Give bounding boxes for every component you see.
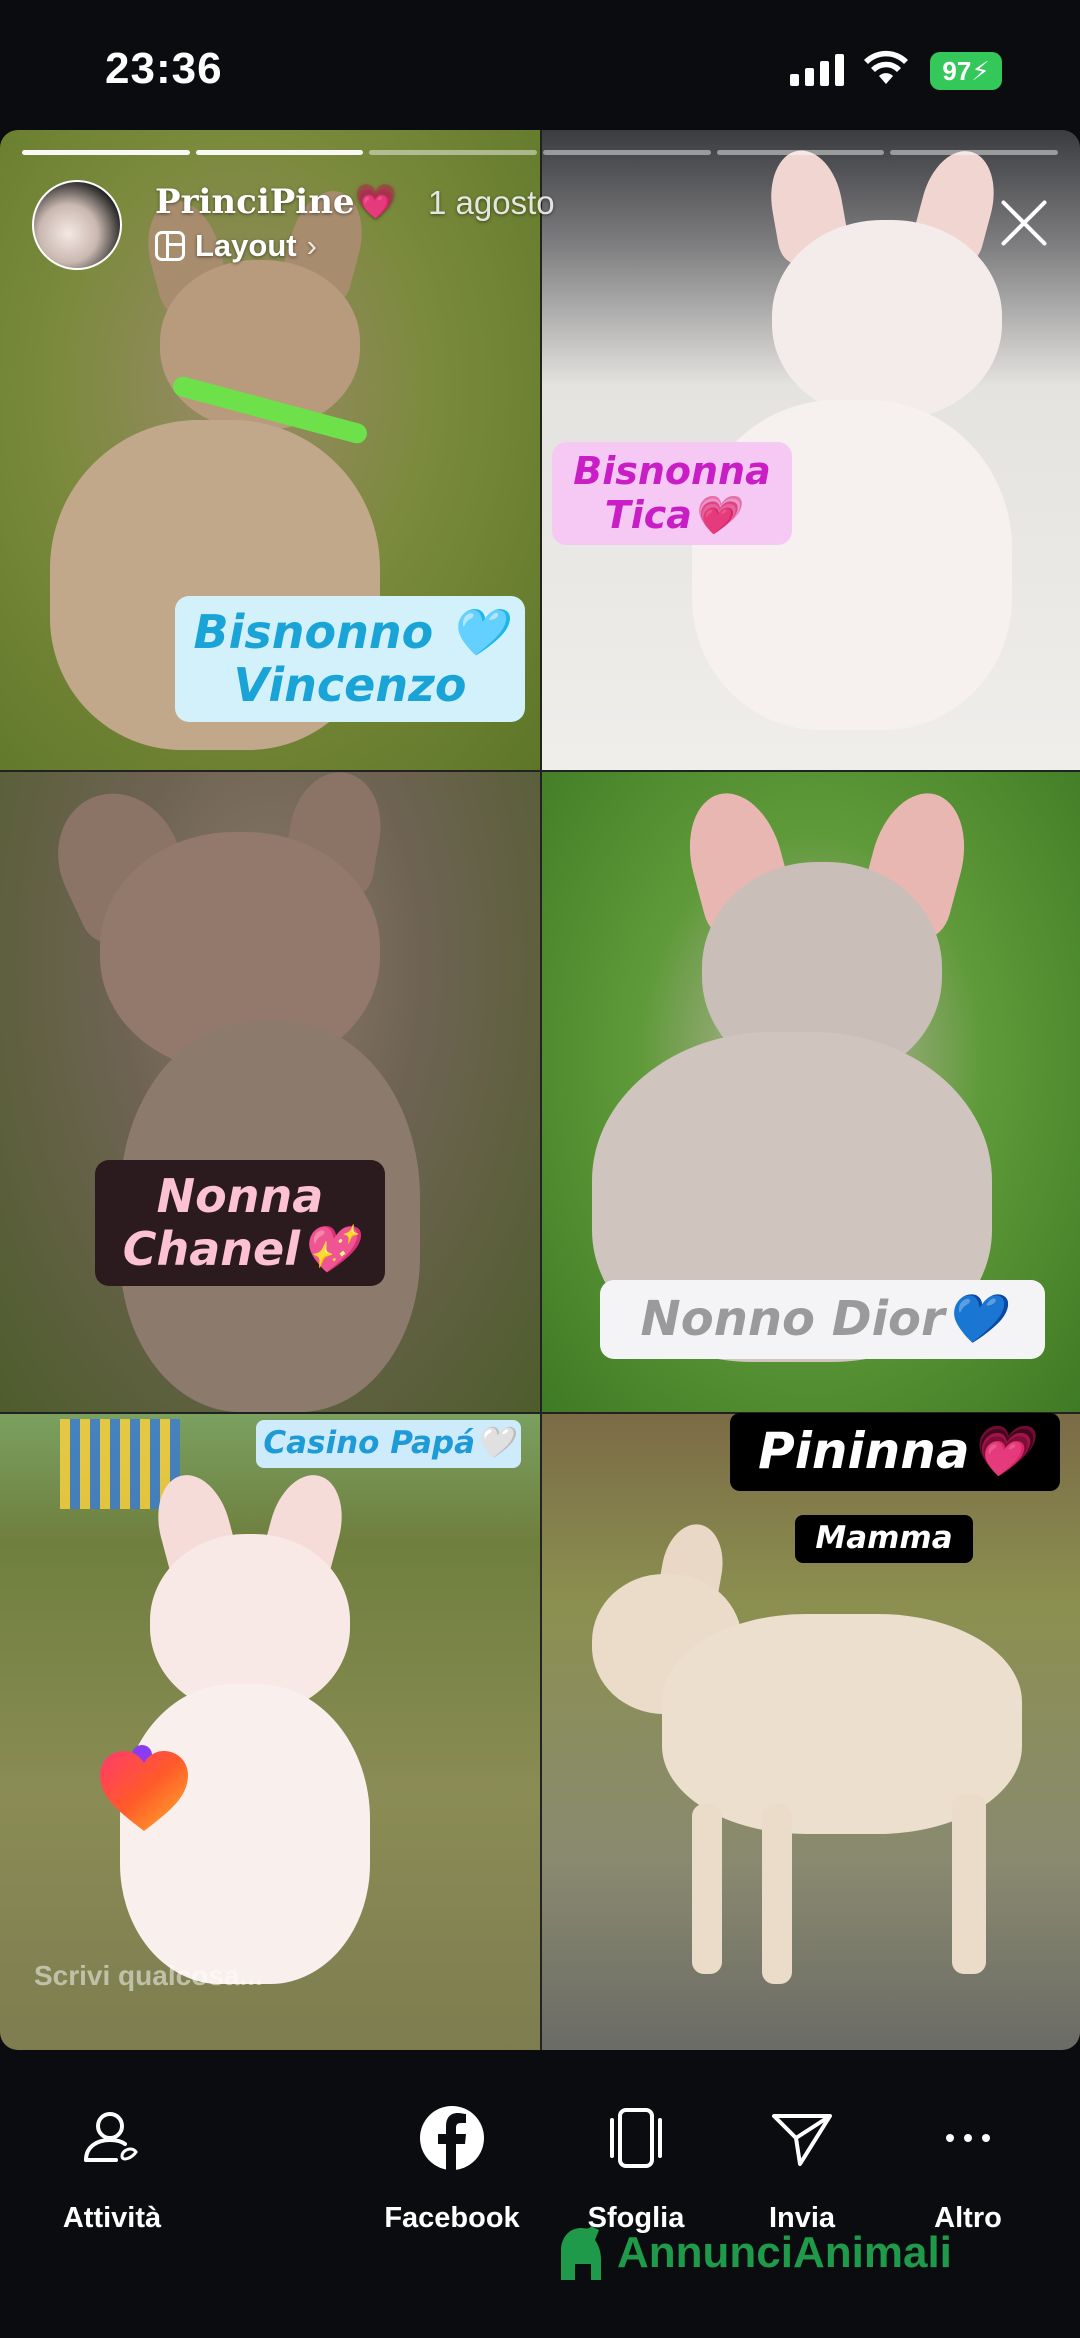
more-button[interactable]: Altro [908,2102,1028,2235]
story-progress [22,150,1059,155]
facebook-button[interactable]: Facebook [372,2102,532,2235]
browse-icon [610,2108,662,2168]
facebook-icon [420,2106,484,2170]
reply-input[interactable]: Scrivi qualcosa... [34,1960,263,1992]
activity-label: Attività [62,2202,162,2234]
send-button[interactable]: Invia [742,2102,862,2235]
status-time: 23:36 [105,44,223,93]
sticker-nonna-chanel: Nonna Chanel💖 [95,1160,385,1286]
photo-nonna-chanel [0,772,540,1412]
battery-indicator: 97 ⚡ [930,52,1002,90]
watermark-text: AnnunciAnimali [617,2228,952,2277]
progress-segment [369,150,538,155]
sticker-casino-papa: Casino Papá🤍 [256,1420,521,1468]
sticker-pininna: Pininna💗 [730,1413,1060,1491]
close-icon[interactable] [993,192,1055,254]
sticker-bisnonna-tica: Bisnonna Tica💗 [552,442,792,546]
layout-icon [155,231,185,261]
sticker-nonno-dior: Nonno Dior💙 [600,1280,1045,1360]
bottom-toolbar: Attività Facebook Sfoglia Invia Altro [0,2050,1080,2338]
activity-button[interactable]: Attività [52,2102,172,2235]
sticker-bisnonno-vincenzo: Bisnonno 🩵 Vincenzo [175,596,525,722]
activity-icon [84,2112,138,2162]
photo-casino-papa [0,1414,540,2050]
story-username[interactable]: PrinciPine💗 [155,182,397,222]
sticker-mamma: Mamma [795,1515,973,1563]
cellular-signal-icon [790,54,844,86]
annuncianimali-logo-icon [561,2226,601,2280]
photo-pininna-mamma [542,1414,1080,2050]
browse-button[interactable]: Sfoglia [576,2102,696,2235]
progress-segment [716,150,885,155]
status-bar: 23:36 97 ⚡ [0,0,1080,130]
reaction-heart-icon[interactable] [98,1745,190,1835]
wifi-icon [864,50,908,84]
progress-segment [543,150,711,155]
send-icon [772,2114,832,2166]
more-icon [946,2134,990,2142]
progress-segment [22,150,190,155]
layout-label: Layout [195,228,297,263]
profile-avatar[interactable] [32,180,122,270]
battery-level: 97 [942,55,972,86]
progress-segment [890,150,1059,155]
story-viewer[interactable]: PrinciPine💗 1 agosto Layout › Bisnonno 🩵… [0,130,1080,2050]
progress-segment [195,150,364,155]
story-date: 1 agosto [428,184,555,221]
layout-link[interactable]: Layout › [155,228,317,264]
watermark: AnnunciAnimali [555,2220,952,2286]
facebook-label: Facebook [384,2202,520,2234]
chevron-right-icon: › [306,228,317,263]
